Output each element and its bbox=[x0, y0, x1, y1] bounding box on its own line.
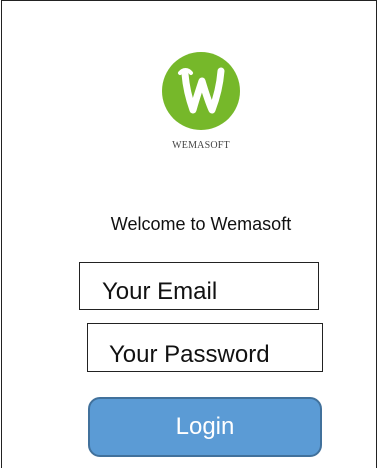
login-button[interactable]: Login bbox=[88, 397, 322, 457]
login-screen: WEMASOFT Welcome to Wemasoft Login bbox=[1, 0, 377, 468]
wemasoft-logo-icon bbox=[162, 52, 240, 130]
welcome-message: Welcome to Wemasoft bbox=[110, 214, 292, 234]
brand-name: WEMASOFT bbox=[172, 140, 230, 151]
login-button-label: Login bbox=[175, 413, 235, 440]
email-field[interactable] bbox=[79, 262, 319, 310]
password-field[interactable] bbox=[87, 323, 323, 372]
